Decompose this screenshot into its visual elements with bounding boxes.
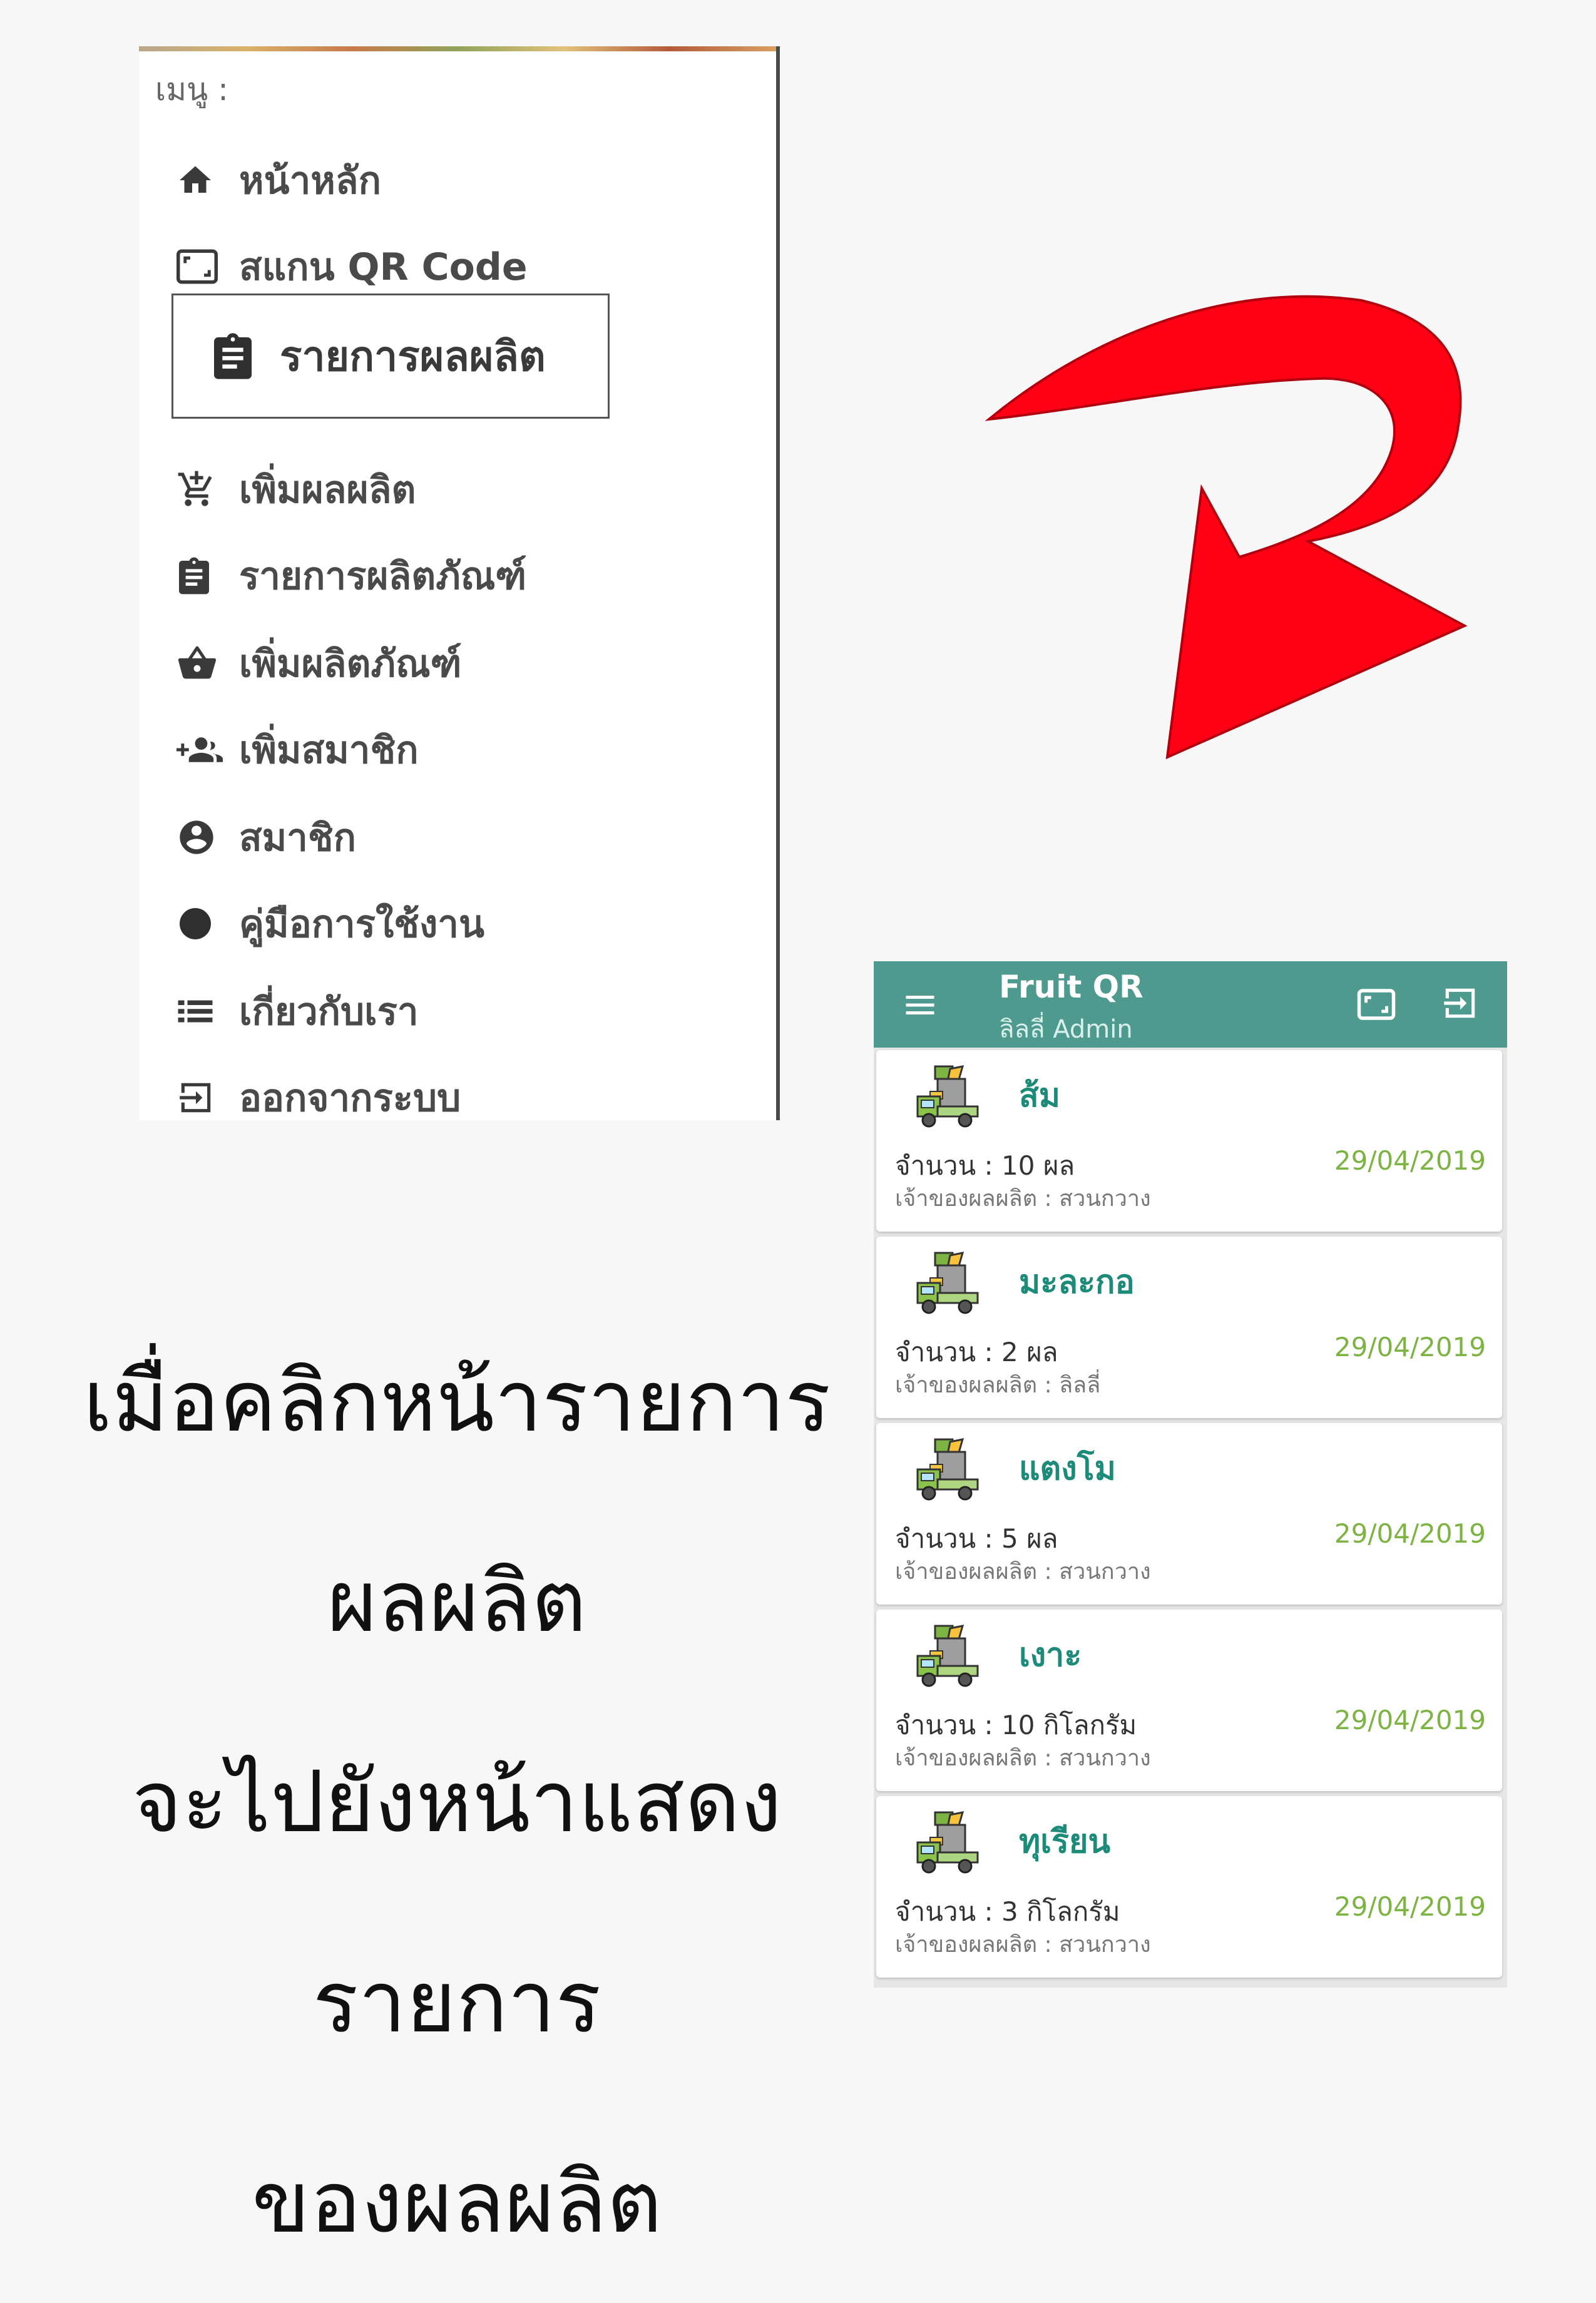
arrow-shape bbox=[985, 295, 1468, 760]
product-name: ส้ม bbox=[1019, 1077, 1061, 1115]
menu-item-about[interactable]: เกี่ยวกับเรา bbox=[176, 980, 419, 1043]
product-date: 29/04/2019 bbox=[1334, 1891, 1486, 1922]
fruit-truck-icon bbox=[913, 1623, 985, 1692]
product-name: มะละกอ bbox=[1019, 1264, 1135, 1301]
product-date: 29/04/2019 bbox=[1334, 1145, 1486, 1176]
menu-item-label: สมาชิก bbox=[239, 815, 356, 860]
product-owner: เจ้าของผลผลิต : สวนกวาง bbox=[895, 1932, 1151, 1958]
menu-item-label: รายการผลผลิต bbox=[280, 332, 546, 380]
product-owner: เจ้าของผลผลิต : สวนกวาง bbox=[895, 1186, 1151, 1212]
menu-item-add-product[interactable]: เพิ่มผลผลิต bbox=[176, 458, 416, 521]
fruit-truck-icon bbox=[913, 1064, 985, 1133]
basket-icon bbox=[176, 638, 227, 688]
menu-item-manual[interactable]: คู่มือการใช้งาน bbox=[176, 892, 484, 955]
home-icon bbox=[176, 155, 227, 205]
menu-item-add-member[interactable]: เพิ่มสมาชิก bbox=[176, 718, 419, 781]
drawer-title: เมนู : bbox=[155, 71, 228, 108]
product-date: 29/04/2019 bbox=[1334, 1332, 1486, 1362]
fruit-truck-icon bbox=[913, 1250, 985, 1319]
qr-scan-icon bbox=[176, 242, 227, 292]
product-name: ทุเรียน bbox=[1019, 1823, 1110, 1861]
menu-item-logout[interactable]: ออกจากระบบ bbox=[176, 1066, 461, 1129]
clipboard-icon bbox=[176, 551, 227, 601]
hamburger-menu-icon[interactable] bbox=[901, 986, 939, 1024]
menu-item-label: ออกจากระบบ bbox=[239, 1076, 461, 1120]
add-people-icon bbox=[176, 725, 227, 775]
menu-item-label: เกี่ยวกับเรา bbox=[239, 989, 419, 1034]
menu-item-goods-list[interactable]: รายการผลิตภัณฑ์ bbox=[176, 544, 526, 607]
product-owner: เจ้าของผลผลิต : ลิลลี่ bbox=[895, 1372, 1101, 1398]
product-card[interactable]: มะละกอ จำนวน : 2 ผล เจ้าของผลผลิต : ลิลล… bbox=[876, 1237, 1502, 1418]
product-date: 29/04/2019 bbox=[1334, 1705, 1486, 1735]
menu-item-label: เพิ่มผลผลิต bbox=[239, 467, 416, 512]
menu-item-label: หน้าหลัก bbox=[239, 158, 381, 203]
menu-item-home[interactable]: หน้าหลัก bbox=[176, 149, 381, 212]
list-icon bbox=[176, 986, 227, 1036]
menu-item-add-goods[interactable]: เพิ่มผลิตภัณฑ์ bbox=[176, 632, 462, 695]
menu-item-products-list-highlighted[interactable]: รายการผลผลิต bbox=[171, 294, 610, 419]
app-subtitle: ลิลลี่ Admin bbox=[999, 1015, 1133, 1044]
app-bar: Fruit QR ลิลลี่ Admin bbox=[874, 961, 1507, 1048]
product-card[interactable]: ทุเรียน จำนวน : 3 กิโลกรัม เจ้าของผลผลิต… bbox=[876, 1796, 1502, 1978]
curved-arrow-graphic bbox=[985, 295, 1468, 760]
logout-icon[interactable] bbox=[1441, 984, 1482, 1025]
product-card[interactable]: แตงโม จำนวน : 5 ผล เจ้าของผลผลิต : สวนกว… bbox=[876, 1423, 1502, 1605]
app-title: Fruit QR bbox=[999, 969, 1143, 1005]
product-name: เงาะ bbox=[1019, 1637, 1082, 1674]
account-circle-icon bbox=[176, 812, 227, 862]
menu-item-label: เพิ่มผลิตภัณฑ์ bbox=[239, 641, 462, 686]
caption-line-2: จะไปยังหน้าแสดงรายการ bbox=[132, 1753, 782, 2052]
product-card[interactable]: ส้ม จำนวน : 10 ผล เจ้าของผลผลิต : สวนกวา… bbox=[876, 1050, 1502, 1232]
clipboard-icon bbox=[211, 328, 267, 384]
product-list-screen: Fruit QR ลิลลี่ Admin ส้ม จำนวน : 10 ผล … bbox=[874, 961, 1507, 1988]
menu-item-scan-qr[interactable]: สแกน QR Code bbox=[176, 235, 528, 298]
menu-item-members[interactable]: สมาชิก bbox=[176, 806, 356, 869]
logout-icon bbox=[176, 1073, 227, 1123]
header-image-strip bbox=[139, 46, 776, 51]
product-owner: เจ้าของผลผลิต : สวนกวาง bbox=[895, 1559, 1151, 1585]
caption-line-1: เมื่อคลิกหน้ารายการผลผลิต bbox=[83, 1352, 831, 1652]
qr-scan-icon[interactable] bbox=[1356, 984, 1397, 1025]
product-card[interactable]: เงาะ จำนวน : 10 กิโลกรัม เจ้าของผลผลิต :… bbox=[876, 1610, 1502, 1791]
caption-line-3: ของผลผลิต bbox=[252, 2153, 662, 2252]
menu-item-label: เพิ่มสมาชิก bbox=[239, 728, 419, 772]
navigation-drawer: เมนู : หน้าหลัก สแกน QR Code รายการผลผลิ… bbox=[139, 46, 780, 1120]
add-cart-icon bbox=[176, 464, 227, 514]
product-name: แตงโม bbox=[1019, 1450, 1116, 1488]
product-owner: เจ้าของผลผลิต : สวนกวาง bbox=[895, 1745, 1151, 1771]
fruit-truck-icon bbox=[913, 1437, 985, 1506]
menu-item-label: รายการผลิตภัณฑ์ bbox=[239, 554, 527, 598]
fruit-truck-icon bbox=[913, 1810, 985, 1879]
menu-item-label: คู่มือการใช้งาน bbox=[239, 902, 484, 946]
product-date: 29/04/2019 bbox=[1334, 1518, 1486, 1549]
dot-icon bbox=[176, 899, 227, 949]
caption-text: เมื่อคลิกหน้ารายการผลผลิต จะไปยังหน้าแสด… bbox=[50, 1302, 864, 2303]
menu-item-label: สแกน QR Code bbox=[239, 245, 528, 289]
